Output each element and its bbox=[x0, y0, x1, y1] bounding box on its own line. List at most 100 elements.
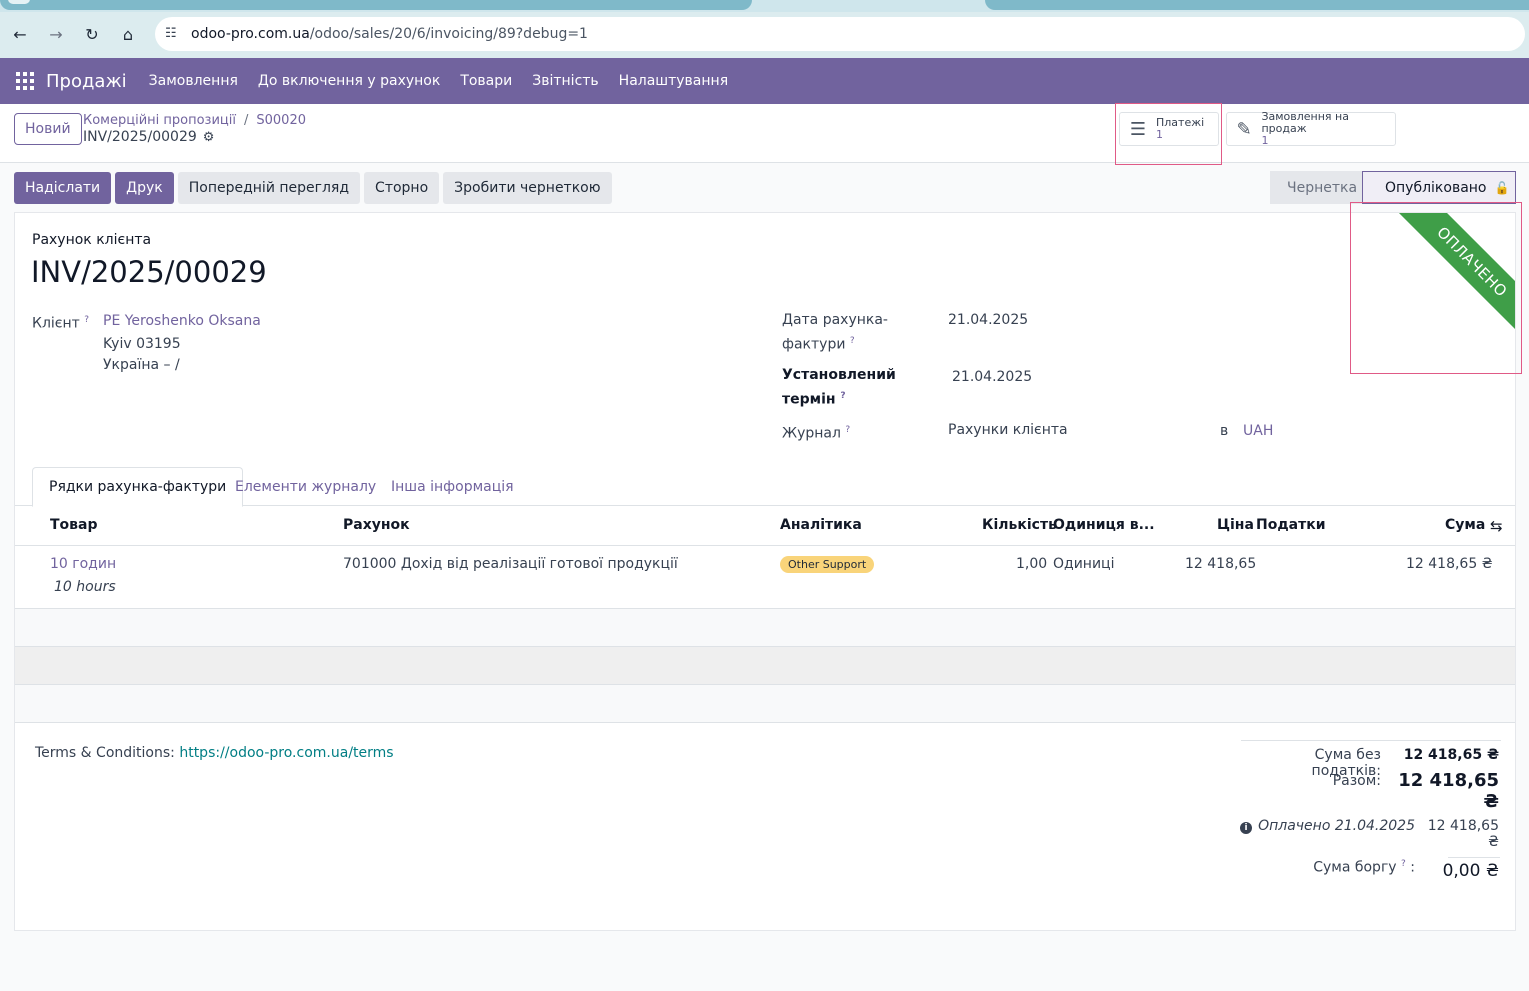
breadcrumb-order[interactable]: S00020 bbox=[256, 113, 306, 128]
home-icon[interactable]: ⌂ bbox=[116, 22, 140, 46]
browser-tab-strip bbox=[0, 0, 1529, 12]
total-amount: 12 418,65 ₴ bbox=[1398, 770, 1499, 812]
col-quantity[interactable]: Кількість bbox=[982, 517, 1057, 533]
breadcrumb-separator: / bbox=[244, 113, 249, 128]
preview-button[interactable]: Попередній перегляд bbox=[177, 172, 361, 204]
line-quantity[interactable]: 1,00 bbox=[1016, 556, 1047, 572]
menu-to-invoice[interactable]: До включення у рахунок bbox=[248, 73, 450, 89]
help-icon[interactable]: ? bbox=[845, 425, 850, 435]
current-record: INV/2025/00029 ⚙ bbox=[83, 129, 214, 145]
col-analytic[interactable]: Аналітика bbox=[780, 517, 862, 533]
payments-count: 1 bbox=[1156, 128, 1163, 141]
reset-to-draft-button[interactable]: Зробити чернеткою bbox=[443, 172, 612, 204]
help-icon[interactable]: ? bbox=[1401, 859, 1406, 869]
line-product[interactable]: 10 годин bbox=[50, 556, 116, 572]
line-uom[interactable]: Одиниці bbox=[1053, 556, 1114, 572]
reverse-button[interactable]: Сторно bbox=[364, 172, 440, 204]
new-button[interactable]: Новий bbox=[14, 113, 82, 145]
paid-label: Оплачено 21.04.2025 bbox=[1258, 818, 1415, 834]
status-bar: Чернетка Опубліковано 🔓 bbox=[1270, 171, 1516, 204]
apps-menu-icon[interactable] bbox=[16, 72, 34, 90]
paid-ribbon: ОПЛАЧЕНО bbox=[1368, 213, 1515, 366]
untaxed-amount: 12 418,65 ₴ bbox=[1403, 747, 1499, 763]
table-row[interactable]: 10 годин 10 hours 701000 Дохід від реалі… bbox=[15, 546, 1515, 609]
gear-icon[interactable]: ⚙ bbox=[203, 130, 215, 145]
breadcrumb-quotations[interactable]: Комерційні пропозиції bbox=[83, 113, 236, 128]
back-arrow-icon[interactable]: ← bbox=[8, 22, 32, 46]
site-settings-icon[interactable]: ☷ bbox=[165, 26, 181, 42]
app-brand[interactable]: Продажі bbox=[46, 71, 127, 92]
empty-row bbox=[15, 647, 1515, 685]
invoice-date[interactable]: 21.04.2025 bbox=[948, 312, 1028, 328]
sale-orders-label: Замовлення на продаж bbox=[1261, 110, 1349, 135]
col-account[interactable]: Рахунок bbox=[343, 517, 410, 533]
amount-due: 0,00 ₴ bbox=[1442, 861, 1499, 881]
col-taxes[interactable]: Податки bbox=[1256, 517, 1326, 533]
journal-value[interactable]: Рахунки клієнта bbox=[948, 422, 1068, 438]
unlock-icon: 🔓 bbox=[1494, 180, 1510, 195]
breadcrumb: Комерційні пропозиції / S00020 bbox=[83, 113, 306, 128]
status-draft[interactable]: Чернетка bbox=[1270, 171, 1362, 204]
col-subtotal[interactable]: Сума bbox=[1445, 517, 1485, 533]
line-price[interactable]: 12 418,65 bbox=[1185, 556, 1256, 572]
reload-icon[interactable]: ↻ bbox=[80, 22, 104, 46]
due-date-label: Установлений термін ? bbox=[782, 367, 896, 408]
edit-icon: ✎ bbox=[1236, 118, 1252, 140]
payments-smart-button[interactable]: ☰ Платежі 1 bbox=[1119, 112, 1219, 146]
info-icon[interactable]: i bbox=[1240, 822, 1253, 834]
browser-toolbar: ← → ↻ ⌂ ☷ odoo-pro.com.ua/odoo/sales/20/… bbox=[0, 12, 1529, 58]
help-icon[interactable]: ? bbox=[840, 391, 845, 401]
payment-line: i Оплачено 21.04.2025 bbox=[1215, 818, 1415, 834]
client-city: Kyiv 03195 bbox=[103, 336, 181, 352]
total-label: Разом: bbox=[1332, 773, 1381, 789]
help-icon[interactable]: ? bbox=[850, 336, 855, 346]
empty-row bbox=[15, 609, 1515, 647]
terms-link[interactable]: https://odoo-pro.com.ua/terms bbox=[179, 745, 393, 761]
sale-orders-count: 1 bbox=[1261, 134, 1269, 147]
client-label: Клієнт ? bbox=[32, 315, 90, 332]
invoice-sheet: ОПЛАЧЕНО Рахунок клієнта INV/2025/00029 … bbox=[14, 212, 1516, 931]
due-date[interactable]: 21.04.2025 bbox=[952, 369, 1032, 385]
status-posted[interactable]: Опубліковано 🔓 bbox=[1362, 171, 1516, 204]
status-posted-label: Опубліковано bbox=[1385, 179, 1487, 196]
col-price[interactable]: Ціна bbox=[1217, 517, 1254, 533]
control-panel: Новий Комерційні пропозиції / S00020 INV… bbox=[0, 104, 1529, 163]
current-record-name: INV/2025/00029 bbox=[83, 129, 197, 145]
tab-invoice-lines[interactable]: Рядки рахунка-фактури bbox=[32, 467, 244, 507]
line-description[interactable]: 10 hours bbox=[54, 579, 116, 595]
browser-tab[interactable] bbox=[0, 0, 752, 10]
column-settings-icon[interactable]: ⇆ bbox=[1490, 517, 1503, 535]
send-button[interactable]: Надіслати bbox=[14, 172, 112, 204]
col-uom[interactable]: Одиниця в... bbox=[1053, 517, 1155, 533]
journal-label: Журнал ? bbox=[782, 425, 851, 442]
lines-table-header: Товар Рахунок Аналітика Кількість Одиниц… bbox=[15, 506, 1515, 546]
menu-reporting[interactable]: Звітність bbox=[522, 73, 608, 89]
client-name[interactable]: PE Yeroshenko Oksana bbox=[103, 313, 261, 329]
notebook-tabs: Рядки рахунка-фактури Елементи журналу І… bbox=[15, 467, 1515, 507]
paid-amount: 12 418,65 ₴ bbox=[1427, 818, 1499, 850]
menu-configuration[interactable]: Налаштування bbox=[609, 73, 738, 89]
help-icon[interactable]: ? bbox=[84, 315, 89, 325]
currency-value[interactable]: UAH bbox=[1243, 423, 1273, 439]
terms-conditions: Terms & Conditions: https://odoo-pro.com… bbox=[35, 745, 394, 761]
list-icon: ☰ bbox=[1129, 118, 1147, 140]
document-type: Рахунок клієнта bbox=[32, 232, 152, 248]
line-analytic[interactable]: Other Support bbox=[780, 556, 875, 573]
menu-orders[interactable]: Замовлення bbox=[139, 73, 248, 89]
tab-journal-items[interactable]: Елементи журналу bbox=[219, 467, 392, 506]
browser-tab[interactable] bbox=[985, 0, 1529, 10]
menu-products[interactable]: Товари bbox=[450, 73, 522, 89]
print-button[interactable]: Друк bbox=[115, 172, 174, 204]
action-bar: Надіслати Друк Попередній перегляд Сторн… bbox=[14, 172, 612, 204]
forward-arrow-icon[interactable]: → bbox=[44, 22, 68, 46]
payments-label: Платежі bbox=[1156, 116, 1205, 129]
empty-row bbox=[15, 685, 1515, 723]
sale-orders-smart-button[interactable]: ✎ Замовлення на продаж 1 bbox=[1226, 110, 1396, 147]
url-path: /odoo/sales/20/6/invoicing/89?debug=1 bbox=[309, 26, 588, 42]
line-account[interactable]: 701000 Дохід від реалізації готової прод… bbox=[343, 556, 678, 572]
client-country: Україна – / bbox=[103, 357, 180, 373]
terms-label: Terms & Conditions: bbox=[35, 745, 175, 761]
col-product[interactable]: Товар bbox=[50, 517, 98, 533]
tab-other-info[interactable]: Інша інформація bbox=[375, 467, 530, 506]
address-bar[interactable]: ☷ odoo-pro.com.ua/odoo/sales/20/6/invoic… bbox=[155, 17, 1525, 51]
